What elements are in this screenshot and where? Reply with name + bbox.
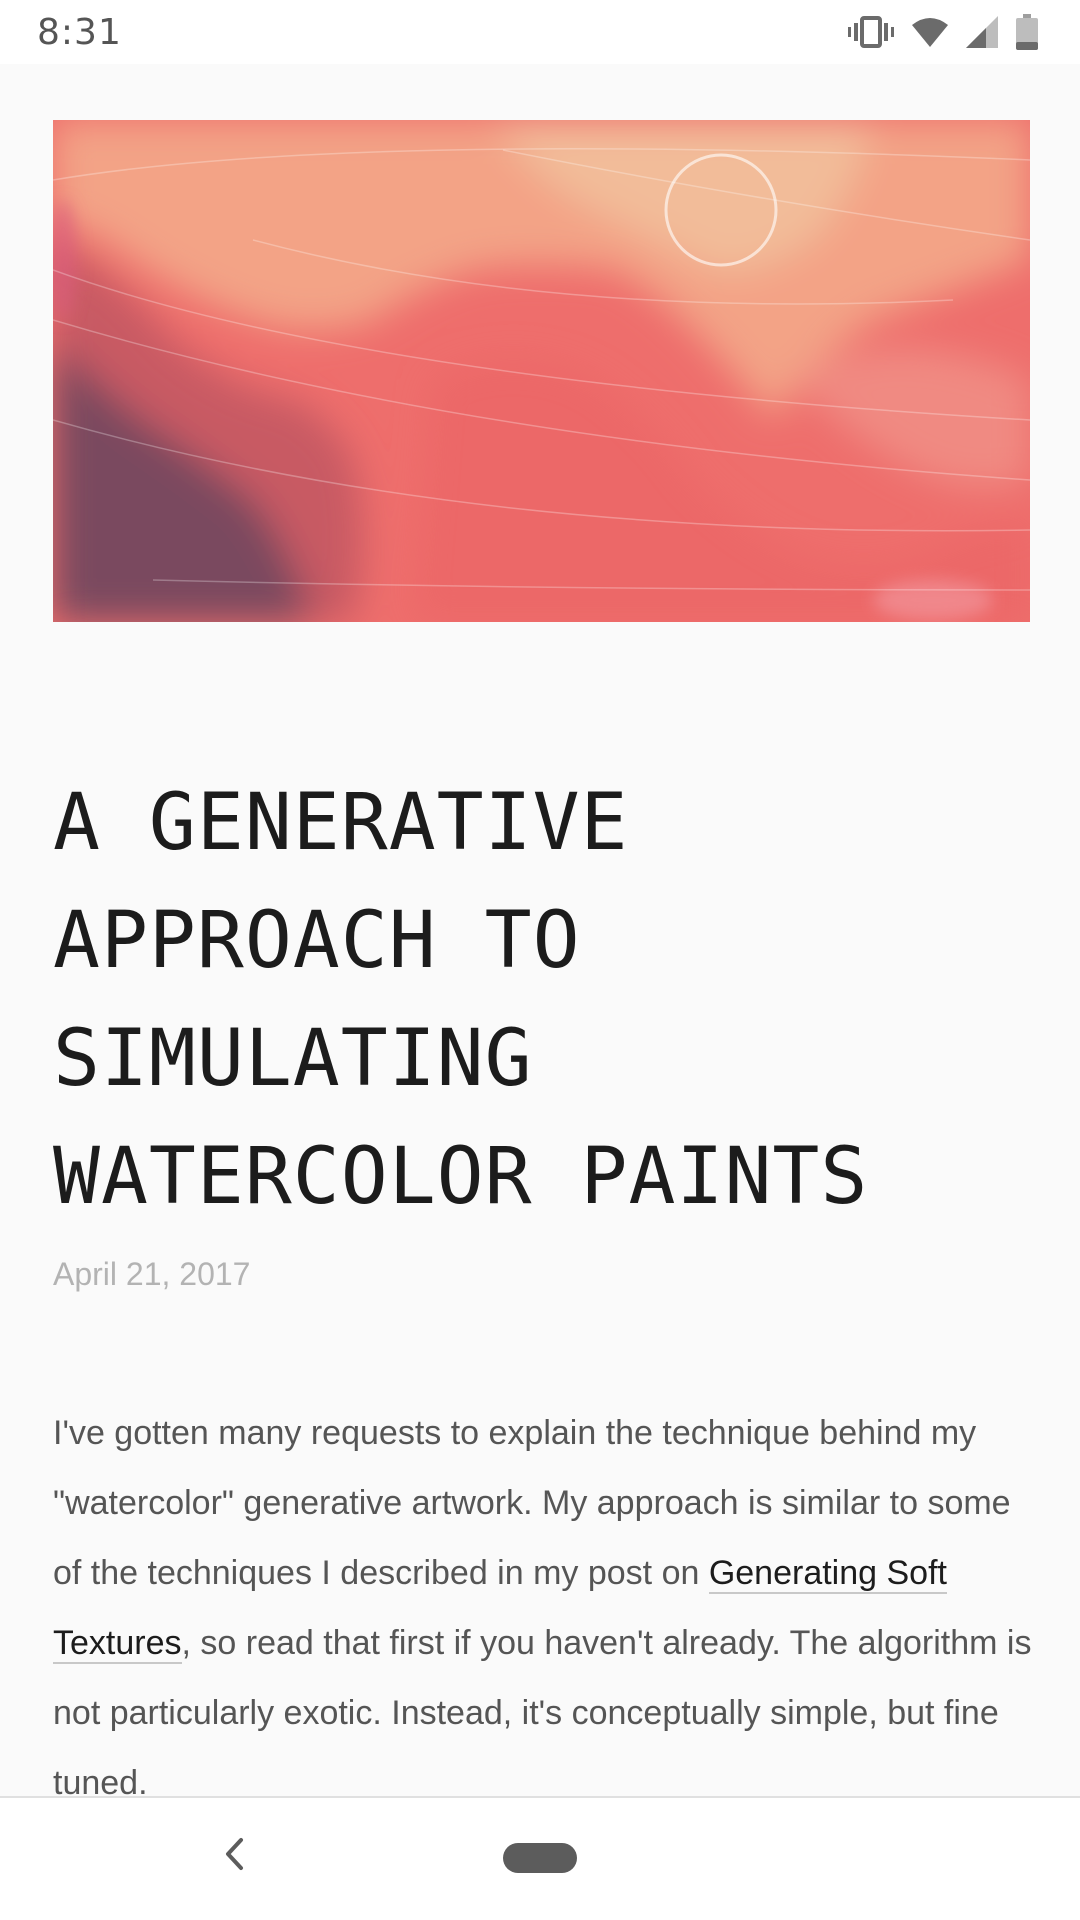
home-pill[interactable] (503, 1843, 577, 1873)
hero-image (53, 120, 1030, 622)
battery-icon (1016, 14, 1038, 50)
title-line: APPROACH TO (53, 896, 581, 986)
title-line: WATERCOLOR PAINTS (53, 1132, 869, 1222)
title-line: A GENERATIVE (53, 778, 629, 868)
article-title: A GENERATIVE APPROACH TO SIMULATING WATE… (53, 764, 1013, 1236)
wifi-icon (912, 17, 948, 47)
screen: 8:31 A GENERATIVE APPROACH TO SIMULATING… (0, 0, 1080, 1920)
article-content[interactable]: A GENERATIVE APPROACH TO SIMULATING WATE… (0, 64, 1080, 1796)
status-time: 8:31 (37, 11, 122, 53)
watercolor-painting (53, 120, 1030, 622)
navigation-bar (0, 1796, 1080, 1920)
article-paragraph: I've gotten many requests to explain the… (53, 1398, 1033, 1796)
back-button[interactable] (206, 1826, 262, 1882)
status-icons (848, 14, 1038, 50)
signal-icon (966, 16, 998, 48)
back-chevron-icon (226, 1838, 243, 1870)
article-date: April 21, 2017 (53, 1256, 251, 1292)
title-line: SIMULATING (53, 1014, 533, 1104)
status-bar: 8:31 (0, 0, 1080, 64)
paragraph-text: , so read that first if you haven't alre… (53, 1624, 1032, 1796)
vibrate-icon (848, 16, 894, 48)
